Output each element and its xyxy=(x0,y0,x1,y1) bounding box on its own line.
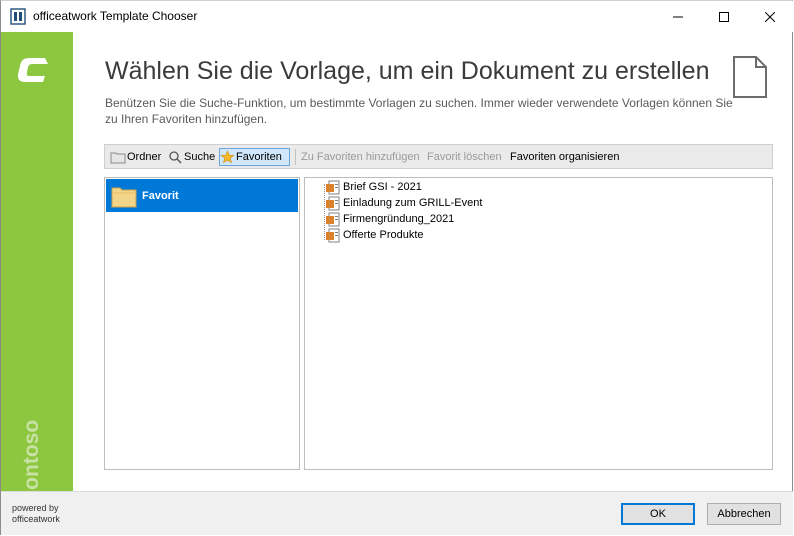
template-item-label: Brief GSI - 2021 xyxy=(343,181,422,193)
folder-icon xyxy=(111,187,137,207)
delete-favorite-label: Favorit löschen xyxy=(427,151,502,163)
template-item[interactable]: Brief GSI - 2021 xyxy=(325,179,422,195)
title-bar[interactable]: officeatwork Template Chooser xyxy=(1,1,793,32)
add-favorite-label: Zu Favoriten hinzufügen xyxy=(301,151,420,163)
template-item[interactable]: Offerte Produkte xyxy=(325,227,424,243)
favoriten-label: Favoriten xyxy=(236,151,282,163)
brand-sidebar: Contoso xyxy=(1,32,73,505)
minimize-button[interactable] xyxy=(655,1,701,32)
app-icon xyxy=(10,8,26,25)
minimize-icon xyxy=(673,16,683,17)
folder-icon xyxy=(110,152,126,164)
folder-item-favorit[interactable]: Favorit xyxy=(106,179,298,212)
ordner-button[interactable]: Ordner xyxy=(110,148,163,166)
maximize-button[interactable] xyxy=(701,1,747,32)
word-template-icon xyxy=(326,228,340,242)
document-icon xyxy=(733,56,767,98)
delete-favorite-button[interactable]: Favorit löschen xyxy=(427,148,502,166)
powered-by-line2: officeatwork xyxy=(12,514,60,524)
window-title: officeatwork Template Chooser xyxy=(33,9,198,23)
ordner-label: Ordner xyxy=(127,151,162,163)
suche-label: Suche xyxy=(184,151,216,163)
organize-favorites-button[interactable]: Favoriten organisieren xyxy=(510,148,619,166)
template-item-label: Einladung zum GRILL-Event xyxy=(343,197,483,209)
template-item-label: Offerte Produkte xyxy=(343,229,424,241)
maximize-icon xyxy=(719,11,729,22)
suche-button[interactable]: Suche xyxy=(168,148,218,166)
template-item[interactable]: Firmengründung_2021 xyxy=(325,211,454,227)
add-favorite-button[interactable]: Zu Favoriten hinzufügen xyxy=(301,148,420,166)
toolbar: Ordner Suche Favoriten Zu Favoriten hinz… xyxy=(104,144,773,169)
page-description: Benützen Sie die Suche-Funktion, um best… xyxy=(105,96,733,126)
template-item[interactable]: Einladung zum GRILL-Event xyxy=(325,195,482,211)
powered-by: powered by officeatwork xyxy=(12,503,60,525)
cancel-button[interactable]: Abbrechen xyxy=(707,503,781,525)
close-icon xyxy=(765,11,775,22)
dialog-footer: powered by officeatwork OK Abbrechen xyxy=(1,491,793,535)
word-template-icon xyxy=(326,180,340,194)
folder-item-label: Favorit xyxy=(142,189,179,202)
template-chooser-window: officeatwork Template Chooser Contoso Wä… xyxy=(0,0,793,535)
word-template-icon xyxy=(326,196,340,210)
template-list[interactable]: Brief GSI - 2021 Einladung zum GRILL-Eve… xyxy=(304,177,773,470)
organize-favorites-label: Favoriten organisieren xyxy=(510,151,620,163)
ok-button[interactable]: OK xyxy=(621,503,695,525)
template-item-label: Firmengründung_2021 xyxy=(343,213,455,225)
contoso-logo xyxy=(17,58,48,82)
page-title: Wählen Sie die Vorlage, um ein Dokument … xyxy=(105,57,710,85)
close-button[interactable] xyxy=(747,1,793,32)
powered-by-line1: powered by xyxy=(12,503,59,513)
toolbar-separator xyxy=(295,149,296,165)
favoriten-button[interactable]: Favoriten xyxy=(219,148,290,166)
folder-list[interactable]: Favorit xyxy=(104,177,300,470)
star-icon xyxy=(220,150,235,164)
search-icon xyxy=(169,151,182,164)
word-template-icon xyxy=(326,212,340,226)
